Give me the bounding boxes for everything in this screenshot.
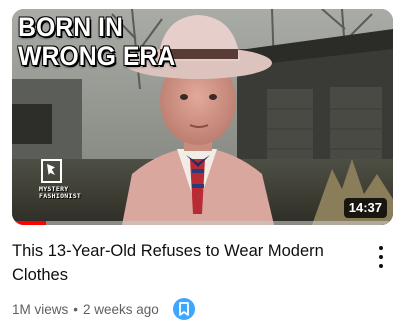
watch-progress-fill	[12, 221, 47, 225]
save-button[interactable]	[172, 298, 195, 320]
video-thumbnail[interactable]: BORN IN WRONG ERA MYSTERY FASHIONIST 14:…	[12, 9, 393, 225]
duration-badge: 14:37	[343, 198, 387, 218]
more-vert-icon[interactable]	[371, 244, 391, 270]
separator-dot: •	[73, 301, 78, 317]
video-details: This 13-Year-Old Refuses to Wear Modern …	[12, 239, 358, 321]
video-card[interactable]: BORN IN WRONG ERA MYSTERY FASHIONIST 14:…	[0, 0, 400, 332]
watermark-line-2: FASHIONIST	[39, 192, 82, 200]
upload-age: 2 weeks ago	[83, 301, 159, 317]
channel-logo-icon	[41, 159, 62, 183]
video-title[interactable]: This 13-Year-Old Refuses to Wear Modern …	[12, 239, 358, 287]
bookmark-icon	[178, 302, 189, 316]
overlay-line-1: BORN IN	[18, 12, 123, 42]
watch-progress-bar	[12, 221, 393, 225]
video-stats: 1M views • 2 weeks ago	[12, 297, 358, 321]
overlay-line-2: WRONG ERA	[18, 41, 176, 71]
view-count: 1M views	[12, 301, 69, 317]
channel-watermark: MYSTERY FASHIONIST	[39, 159, 99, 209]
thumbnail-overlay-text: BORN IN WRONG ERA	[18, 13, 175, 71]
